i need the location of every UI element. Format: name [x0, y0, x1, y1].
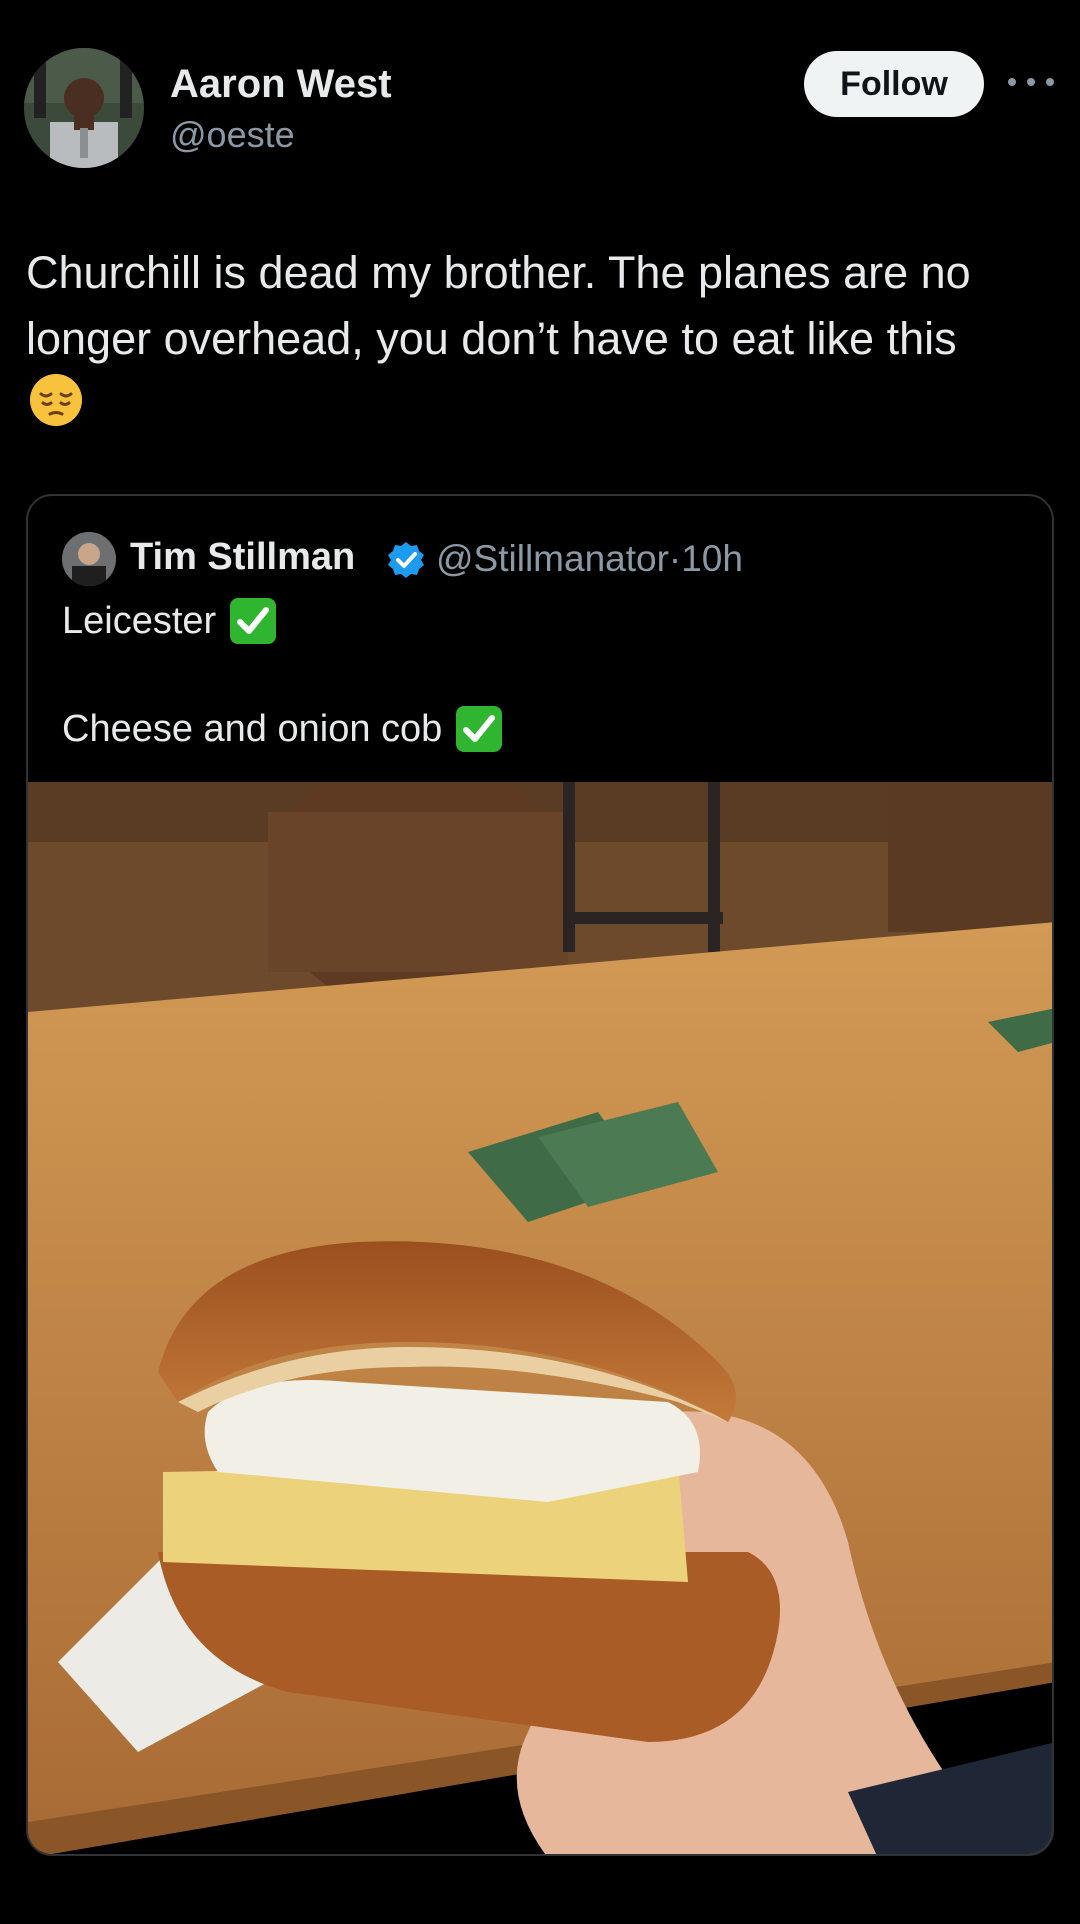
quoted-text-leicester: Leicester	[62, 599, 217, 642]
quoted-post[interactable]: Tim Stillman @Stillmanator·10h Leicester…	[26, 494, 1054, 1856]
post-header: Aaron West @oeste Follow	[0, 0, 1080, 200]
check-mark-button-emoji	[456, 706, 503, 752]
post-text: Churchill is dead my brother. The planes…	[26, 247, 971, 364]
quoted-text-cob: Cheese and onion cob	[62, 707, 443, 750]
author-handle[interactable]: @oeste	[170, 114, 295, 156]
check-mark-button-emoji	[230, 598, 277, 644]
more-horizontal-icon[interactable]	[1008, 70, 1054, 94]
follow-button[interactable]: Follow	[804, 51, 984, 117]
quoted-post-photo[interactable]	[28, 782, 1054, 1856]
quoted-author-name[interactable]: Tim Stillman	[130, 536, 355, 579]
quoted-text-line-2: Cheese and onion cob	[62, 704, 504, 754]
author-name[interactable]: Aaron West	[170, 62, 392, 107]
quoted-author-handle-time[interactable]: @Stillmanator·10h	[436, 538, 743, 580]
quoted-text-line-1: Leicester	[62, 596, 278, 646]
pensive-face-emoji	[30, 374, 82, 426]
verified-badge-icon	[388, 542, 424, 578]
author-avatar[interactable]	[24, 48, 144, 168]
quoted-author-avatar[interactable]	[62, 532, 116, 586]
